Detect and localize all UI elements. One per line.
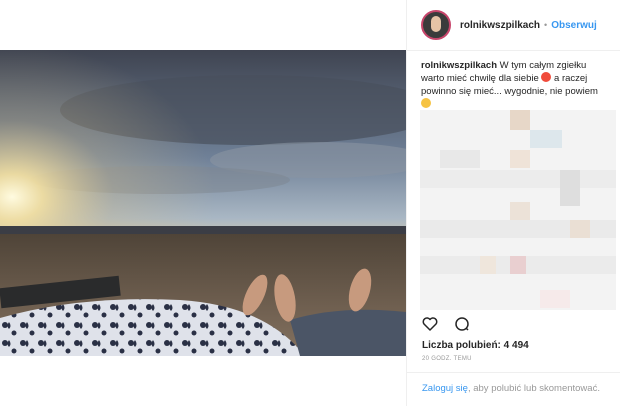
heart-icon[interactable]: [422, 316, 438, 332]
post-photo[interactable]: [0, 50, 406, 356]
heart-eyes-emoji-icon: [541, 72, 552, 82]
login-link[interactable]: Zaloguj się: [422, 383, 468, 394]
login-prompt: Zaloguj się, aby polubić lub skomentować…: [422, 383, 600, 394]
post-timestamp: 20 GODZ. TEMU: [422, 356, 472, 362]
comment-icon[interactable]: [454, 316, 470, 332]
caption-username[interactable]: rolnikwszpilkach: [421, 60, 497, 71]
pixelated-comments-area: [420, 110, 616, 310]
divider: [406, 372, 620, 373]
separator-dot: •: [544, 20, 548, 30]
post-header: rolnikwszpilkach • Obserwuj: [407, 0, 620, 51]
post-caption: rolnikwszpilkach W tym całym zgiełku war…: [407, 51, 620, 111]
follow-button[interactable]: Obserwuj: [551, 20, 597, 31]
grin-emoji-icon: [421, 98, 431, 108]
username-link[interactable]: rolnikwszpilkach: [460, 20, 540, 31]
login-prompt-text: , aby polubić lub skomentować.: [467, 383, 600, 394]
post-actions: [422, 316, 482, 337]
likes-count[interactable]: Liczba polubień: 4 494: [422, 340, 529, 351]
instagram-post: rolnikwszpilkach • Obserwuj rolnikwszpil…: [0, 0, 620, 406]
avatar[interactable]: [421, 10, 451, 40]
